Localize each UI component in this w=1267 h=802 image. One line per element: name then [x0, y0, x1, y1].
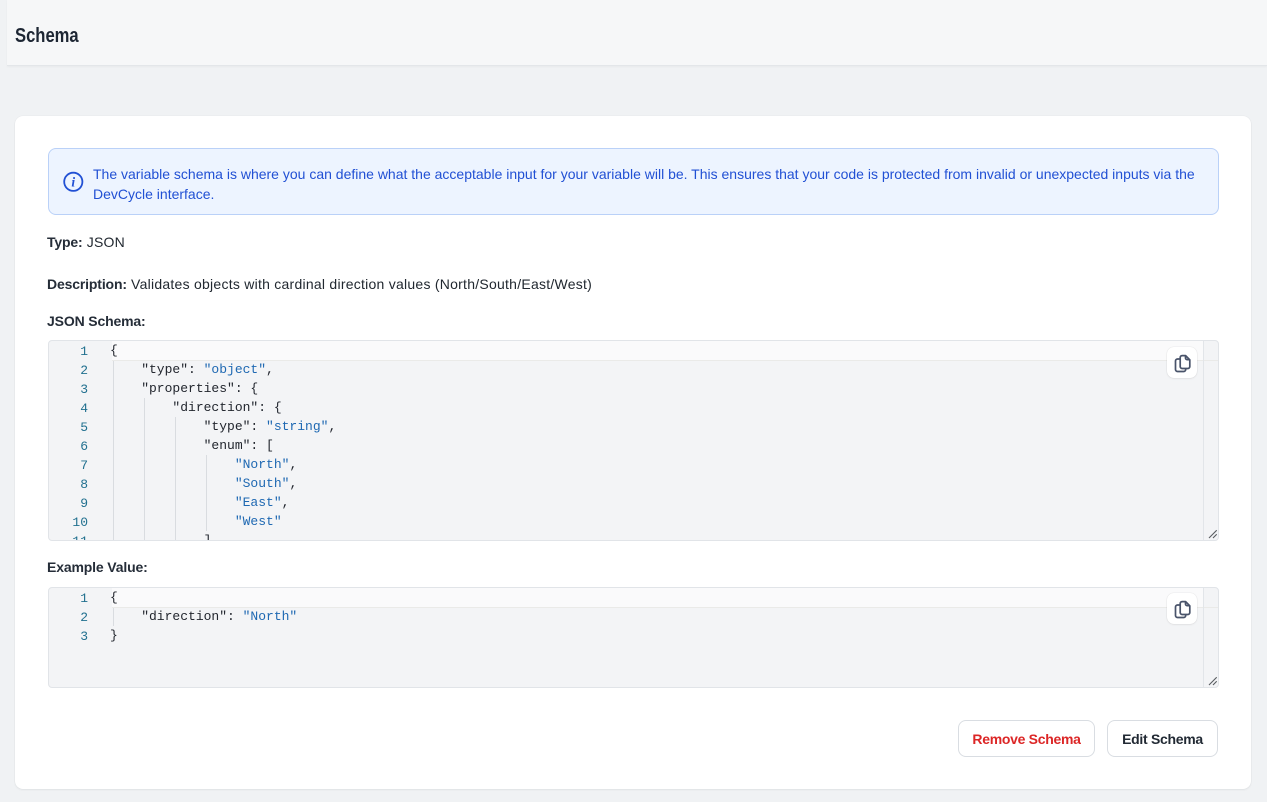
svg-text:i: i	[71, 175, 75, 190]
